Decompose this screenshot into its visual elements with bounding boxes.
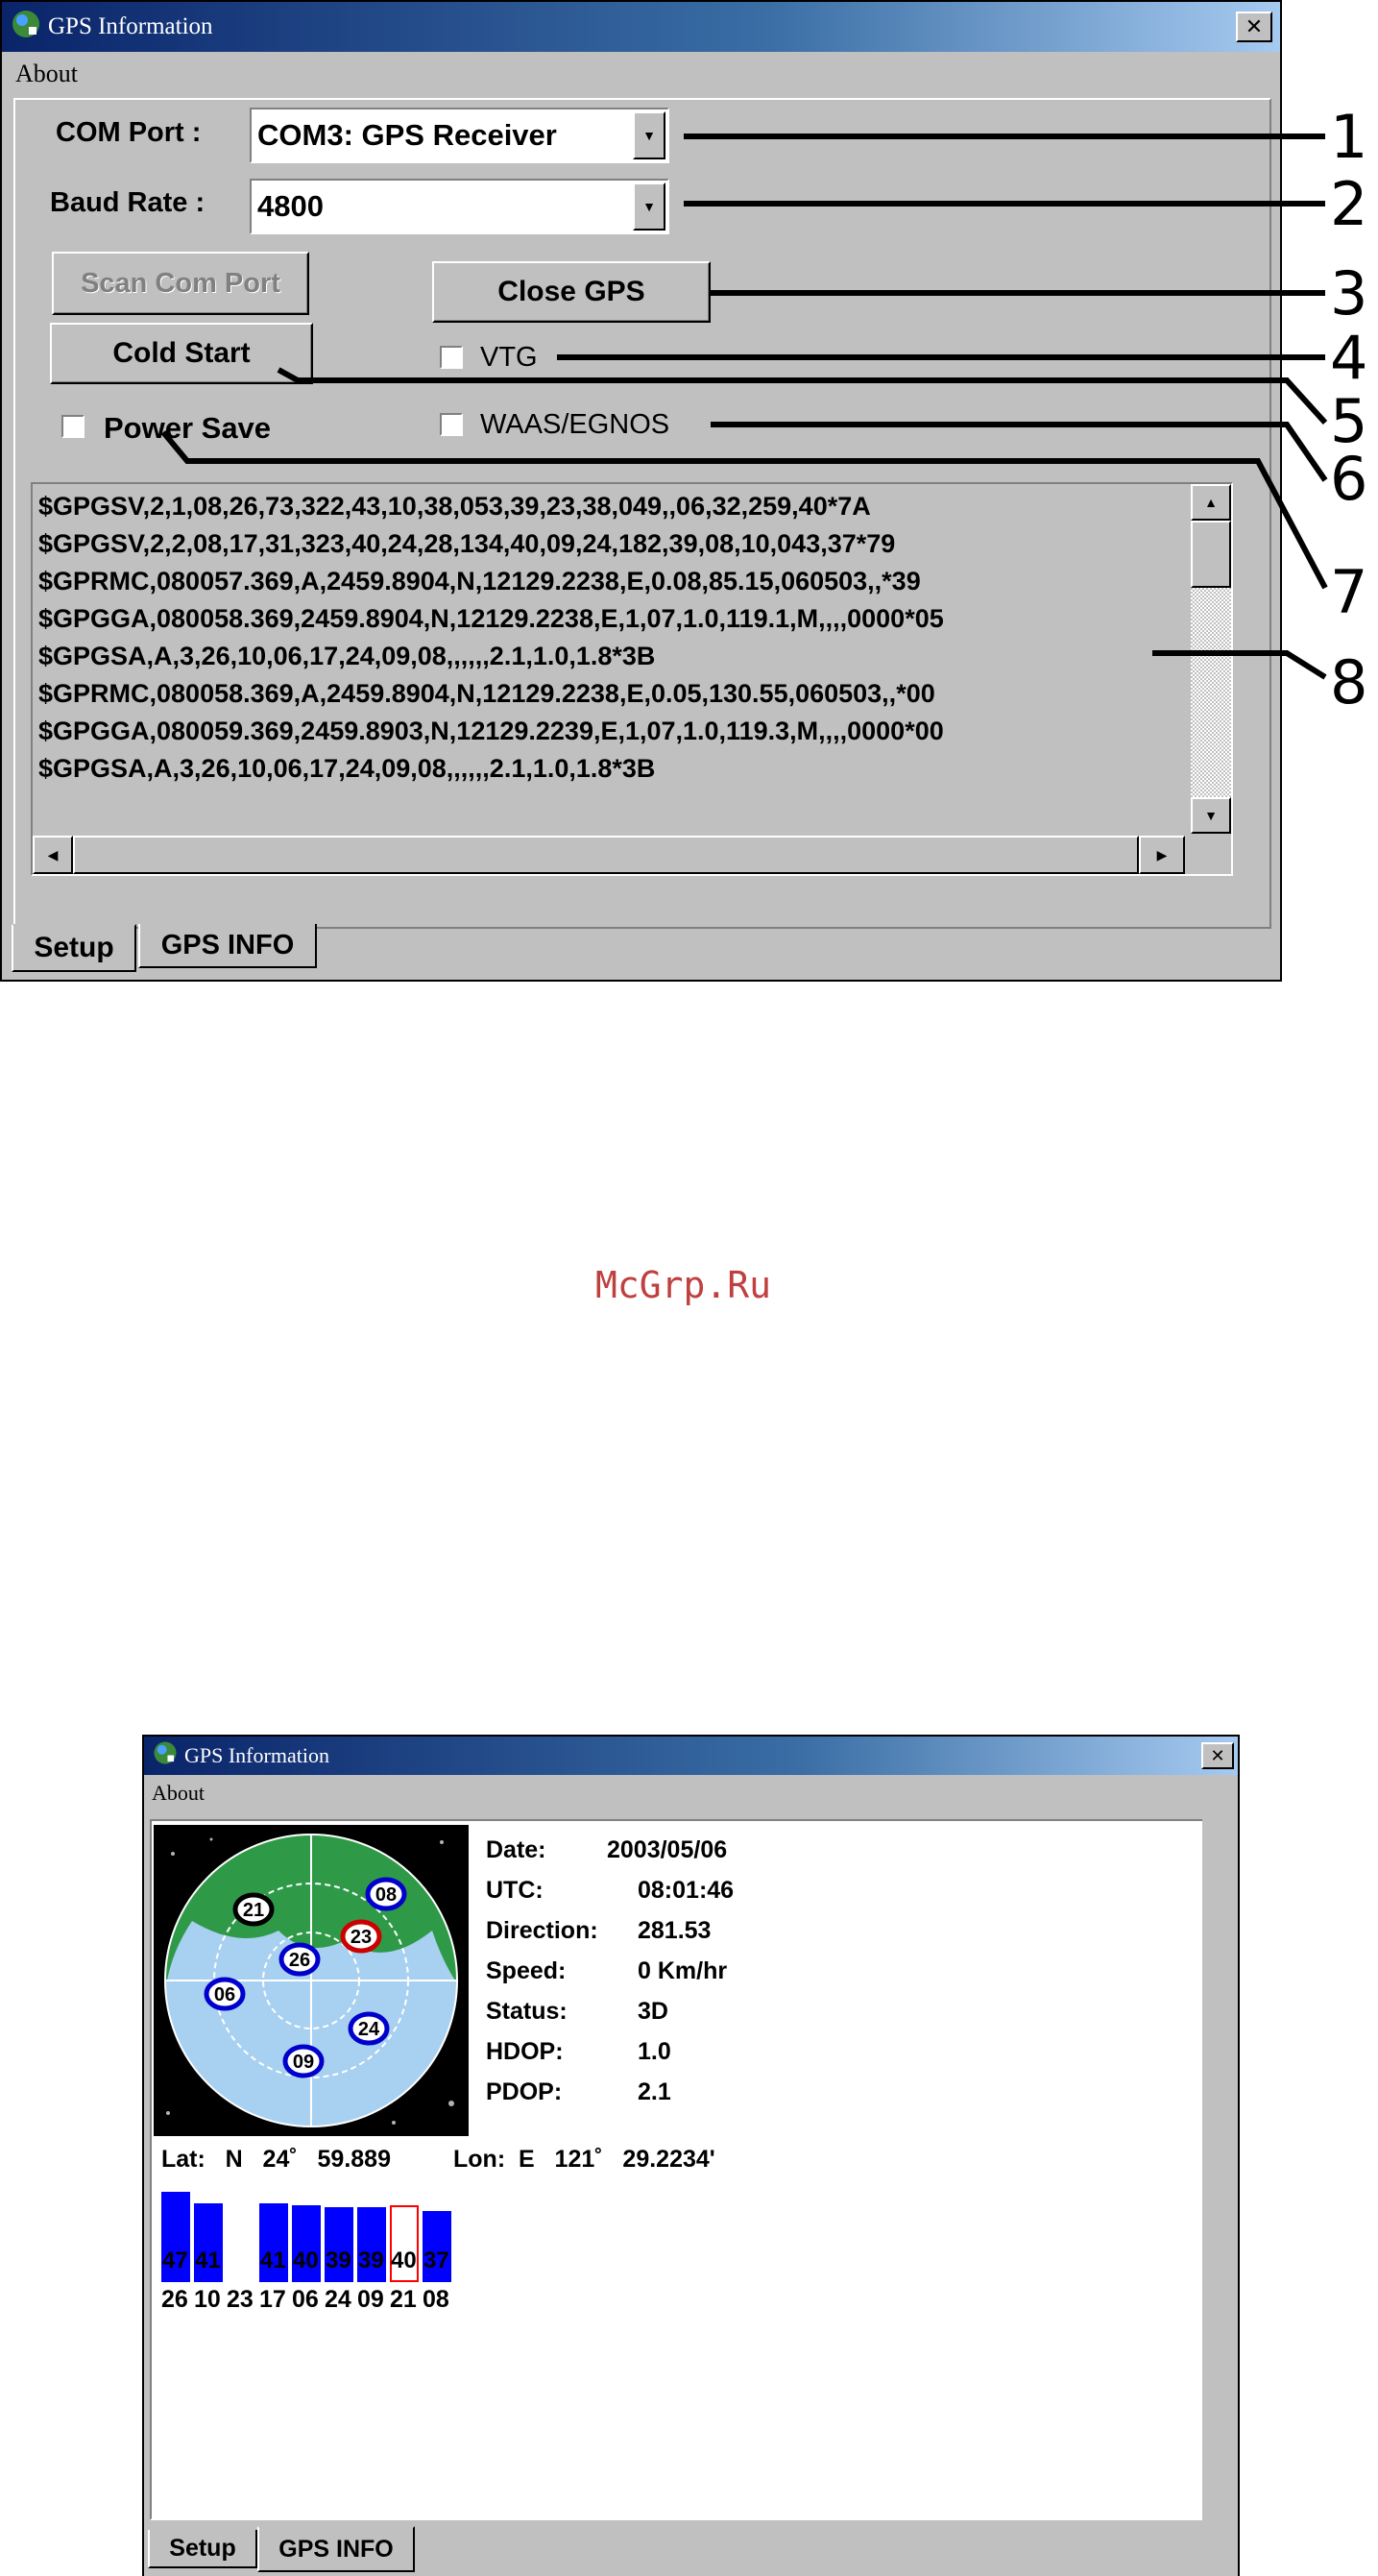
satellite-marker-06: 06: [204, 1977, 246, 2011]
hdop-label: HDOP:: [486, 2038, 564, 2065]
right-scroll-strip: [1202, 1819, 1237, 2520]
scroll-right-button[interactable]: ▶: [1139, 836, 1185, 874]
utc-label: UTC:: [486, 1877, 544, 1904]
snr-value-label: 37: [423, 2248, 449, 2273]
prn-label: 09: [357, 2286, 384, 2313]
snr-value-label: 41: [195, 2248, 221, 2273]
satellite-marker-21: 21: [232, 1892, 275, 1927]
hdop-value: 1.0: [638, 2038, 671, 2065]
tab-gps-info[interactable]: GPS INFO: [138, 924, 317, 968]
prn-label: 08: [423, 2286, 449, 2313]
sky-view: 21 0823 26 06 24 09: [154, 1825, 469, 2136]
date-label: Date:: [486, 1836, 546, 1863]
title-bar[interactable]: GPS Information: [144, 1737, 1238, 1775]
satellite-marker-09: 09: [282, 2044, 325, 2078]
callout-3: 3: [1330, 258, 1368, 328]
prn-label: 24: [325, 2286, 351, 2313]
longitude-readout: Lon: E 121˚ 29.2234': [453, 2146, 715, 2173]
horizontal-scroll-thumb[interactable]: [73, 836, 1139, 874]
utc-value: 08:01:46: [638, 1877, 735, 1904]
prn-label: 23: [227, 2286, 254, 2313]
callout-4: 4: [1330, 323, 1368, 393]
snr-value-label: 39: [326, 2248, 351, 2273]
prn-label: 17: [259, 2286, 286, 2313]
satellite-id: 24: [358, 2019, 380, 2040]
watermark: McGrp.Ru: [595, 1264, 772, 1306]
pdop-value: 2.1: [638, 2078, 671, 2105]
snr-value-label: 41: [260, 2248, 286, 2273]
nmea-line: $GPGSA,A,3,26,10,06,17,24,09,08,,,,,,2.1…: [38, 754, 656, 783]
date-value: 2003/05/06: [607, 1836, 728, 1863]
menu-about[interactable]: About: [152, 1781, 205, 1806]
satellite-id: 08: [375, 1884, 397, 1906]
direction-label: Direction:: [486, 1917, 598, 1944]
scroll-left-button[interactable]: ◀: [33, 836, 73, 874]
satellite-marker-23: 23: [340, 1919, 382, 1954]
status-value: 3D: [638, 1998, 668, 2025]
snr-value-label: 40: [391, 2248, 417, 2273]
window-title: GPS Information: [184, 1743, 329, 1767]
close-window-button[interactable]: ✕: [1201, 1742, 1234, 1769]
callout-7: 7: [1330, 557, 1368, 627]
scroll-down-button[interactable]: ▼: [1191, 797, 1231, 834]
callout-6: 6: [1330, 444, 1368, 514]
speed-label: Speed:: [486, 1957, 567, 1984]
speed-value: 0 Km/hr: [638, 1957, 728, 1984]
snr-value-label: 47: [162, 2248, 188, 2273]
tab-setup[interactable]: Setup: [12, 924, 136, 972]
app-icon: [152, 1739, 179, 1772]
tab-gps-info[interactable]: GPS INFO: [257, 2526, 415, 2572]
latitude-readout: Lat: N 24˚ 59.889: [161, 2146, 391, 2173]
callout-5: 5: [1330, 386, 1368, 456]
satellite-marker-26: 26: [278, 1942, 321, 1977]
prn-label: 21: [390, 2286, 417, 2313]
callout-1: 1: [1330, 102, 1368, 172]
gps-window-info: GPS Information ✕ About 21 08 23 26 06 24 09 D…: [142, 1735, 1240, 2576]
menu-bar: About: [144, 1777, 1238, 1810]
satellite-id: 23: [351, 1927, 372, 1948]
prn-label: 06: [292, 2286, 319, 2313]
satellite-id: 06: [214, 1984, 235, 2005]
snr-value-label: 40: [293, 2248, 319, 2273]
snr-value-label: 39: [358, 2248, 384, 2273]
satellite-id: 26: [289, 1950, 310, 1971]
tab-setup[interactable]: Setup: [148, 2530, 257, 2568]
callout-2: 2: [1330, 169, 1368, 239]
satellite-marker-24: 24: [348, 2011, 390, 2046]
pdop-label: PDOP:: [486, 2078, 563, 2105]
prn-label: 10: [194, 2286, 221, 2313]
status-label: Status:: [486, 1998, 568, 2025]
satellite-id: 09: [293, 2052, 314, 2073]
callout-lines: [160, 134, 1328, 680]
callout-8: 8: [1330, 647, 1368, 717]
satellite-marker-08: 08: [365, 1877, 407, 1911]
close-icon: ✕: [1210, 1745, 1225, 1766]
direction-value: 281.53: [638, 1917, 712, 1944]
prn-label: 26: [161, 2286, 188, 2313]
snr-bar-chart: 47 26 41 10 23 41 17 40 06 39 24 39 09 40 21 37 08: [161, 2186, 545, 2330]
satellite-id: 21: [243, 1900, 264, 1921]
